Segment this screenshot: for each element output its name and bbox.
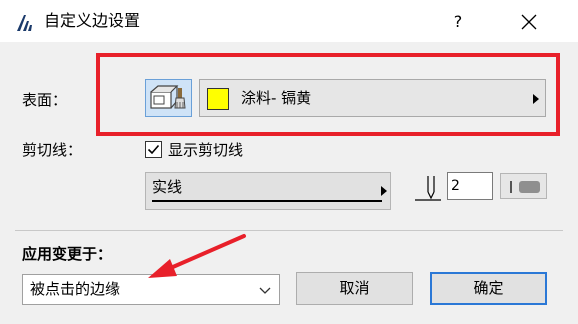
- dialog-window: 自定义边设置 ? 表面： 涂料- 镉黄 剪切线： 显示剪切线 实线 2 应用变更…: [0, 0, 578, 324]
- apply-changes-label: 应用变更于：: [22, 245, 113, 263]
- cutline-label: 剪切线：: [22, 141, 83, 159]
- pen-weight-icon: [510, 181, 540, 193]
- show-cutline-checkbox[interactable]: [145, 141, 162, 158]
- title-bar: 自定义边设置 ?: [0, 0, 578, 42]
- pen-number-input[interactable]: 2: [447, 172, 493, 200]
- ok-button[interactable]: 确定: [430, 272, 547, 305]
- line-type-selector[interactable]: 实线: [145, 172, 391, 210]
- app-logo-icon: [14, 13, 34, 33]
- red-annotation-arrow-icon: [148, 234, 246, 278]
- help-button[interactable]: ?: [436, 6, 480, 38]
- show-cutline-label[interactable]: 显示剪切线: [168, 140, 243, 160]
- checkmark-icon: [147, 144, 160, 155]
- solid-line-preview: [152, 200, 382, 202]
- surface-label: 表面：: [22, 91, 68, 109]
- dialog-title: 自定义边设置: [44, 11, 141, 30]
- highlight-box: [96, 53, 560, 136]
- pen-icon: [413, 174, 443, 202]
- close-button[interactable]: [506, 6, 552, 38]
- chevron-down-icon: [259, 287, 271, 294]
- apply-target-value: 被点击的边缘: [30, 280, 121, 298]
- chevron-right-icon: [381, 186, 387, 196]
- pen-weight-button[interactable]: [500, 173, 547, 199]
- line-type-label: 实线: [152, 178, 183, 196]
- section-divider: [15, 230, 563, 231]
- cancel-button[interactable]: 取消: [296, 272, 413, 305]
- close-icon: [521, 14, 537, 30]
